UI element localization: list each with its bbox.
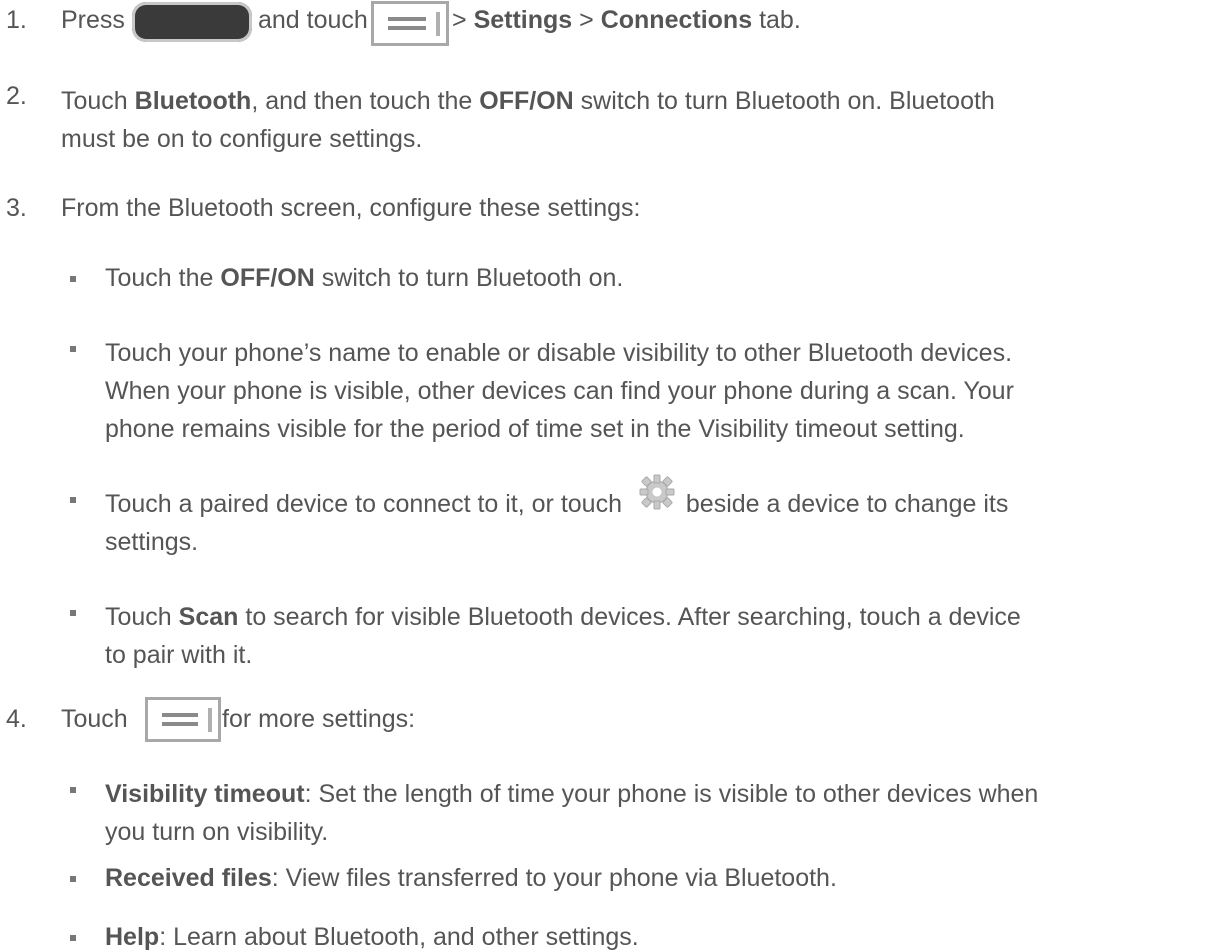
connections-label: Connections bbox=[600, 6, 753, 34]
help-label: Help bbox=[105, 923, 160, 951]
step-2-t3: switch to turn Bluetooth on. Bluetooth bbox=[580, 87, 995, 115]
step-4-bullet-1: Visibility timeout: Set the length of ti… bbox=[105, 775, 1038, 851]
bullet-line: settings. bbox=[105, 528, 199, 556]
step-3-bullet-2: Touch your phone’s name to enable or dis… bbox=[105, 334, 1014, 448]
bullet-line: you turn on visibility. bbox=[105, 818, 329, 846]
step-3-bullet-1: Touch the OFF/ON switch to turn Bluetoot… bbox=[105, 264, 623, 293]
bullet-text: : View files transferred to your phone v… bbox=[271, 864, 837, 892]
bullet-line: to pair with it. bbox=[105, 641, 253, 669]
step-3-bullet-3: Touch a paired device to connect to it, … bbox=[105, 485, 1008, 561]
separator: > bbox=[579, 6, 594, 34]
bullet-text: : Set the length of time your phone is v… bbox=[304, 780, 1039, 808]
step-2-number: 2. bbox=[6, 82, 27, 110]
step-4-bullet-2: Received files: View files transferred t… bbox=[105, 864, 837, 893]
bullet-marker bbox=[70, 610, 76, 616]
step-1-suffix: tab. bbox=[759, 6, 801, 34]
step-2-t1: Touch bbox=[61, 87, 128, 115]
bluetooth-label: Bluetooth bbox=[134, 87, 252, 115]
bullet-text: Touch a paired device to connect to it, … bbox=[105, 490, 622, 518]
separator: > bbox=[452, 6, 467, 34]
bullet-text: to search for visible Bluetooth devices.… bbox=[245, 603, 1021, 631]
bullet-text: : Learn about Bluetooth, and other setti… bbox=[159, 923, 639, 951]
bullet-text: Touch the bbox=[105, 264, 214, 292]
bullet-marker bbox=[70, 497, 76, 503]
step-3-bullet-4: Touch Scan to search for visible Bluetoo… bbox=[105, 598, 1021, 674]
bullet-text: beside a device to change its bbox=[685, 490, 1009, 518]
step-1-middle: and touch bbox=[258, 6, 368, 34]
step-1-prefix: Press bbox=[61, 6, 125, 34]
instruction-page: 1. Press and touch > Settings > Connecti… bbox=[0, 0, 1210, 951]
menu-key-icon bbox=[145, 697, 221, 742]
step-4-number: 4. bbox=[6, 705, 27, 733]
bullet-marker bbox=[70, 787, 76, 793]
settings-label: Settings bbox=[473, 6, 573, 34]
bullet-marker bbox=[70, 346, 76, 352]
bullet-marker bbox=[70, 276, 76, 282]
bullet-text: switch to turn Bluetooth on. bbox=[321, 264, 624, 292]
settings-gear-icon bbox=[639, 474, 675, 510]
scan-label: Scan bbox=[178, 603, 239, 631]
menu-key-icon bbox=[371, 1, 449, 46]
step-1-text: Press bbox=[61, 6, 125, 35]
bullet-marker bbox=[70, 876, 76, 882]
step-1-rest: and touch bbox=[258, 6, 368, 35]
bullet-marker bbox=[70, 935, 76, 941]
bullet-line: phone remains visible for the period of … bbox=[105, 415, 965, 443]
step-2-t2: , and then touch the bbox=[251, 87, 473, 115]
step-3-number: 3. bbox=[6, 194, 27, 222]
step-1-tail: > Settings > Connections tab. bbox=[452, 6, 801, 35]
bullet-line: When your phone is visible, other device… bbox=[105, 377, 1014, 405]
step-4-bullet-3: Help: Learn about Bluetooth, and other s… bbox=[105, 923, 639, 952]
home-key-icon bbox=[132, 2, 252, 42]
step-4-t1: Touch bbox=[61, 705, 128, 733]
bullet-line: Touch your phone’s name to enable or dis… bbox=[105, 339, 1013, 367]
step-2-line2: must be on to configure settings. bbox=[61, 125, 423, 153]
step-4-t2: for more settings: bbox=[222, 705, 416, 733]
offon-label: OFF/ON bbox=[220, 264, 315, 292]
bullet-text: Touch bbox=[105, 603, 172, 631]
visibility-timeout-label: Visibility timeout bbox=[105, 780, 305, 808]
step-1-number: 1. bbox=[6, 6, 27, 34]
offon-label: OFF/ON bbox=[479, 87, 574, 115]
step-3-text: From the Bluetooth screen, configure the… bbox=[61, 194, 641, 222]
step-2-text: Touch Bluetooth, and then touch the OFF/… bbox=[61, 82, 995, 158]
received-files-label: Received files bbox=[105, 864, 272, 892]
